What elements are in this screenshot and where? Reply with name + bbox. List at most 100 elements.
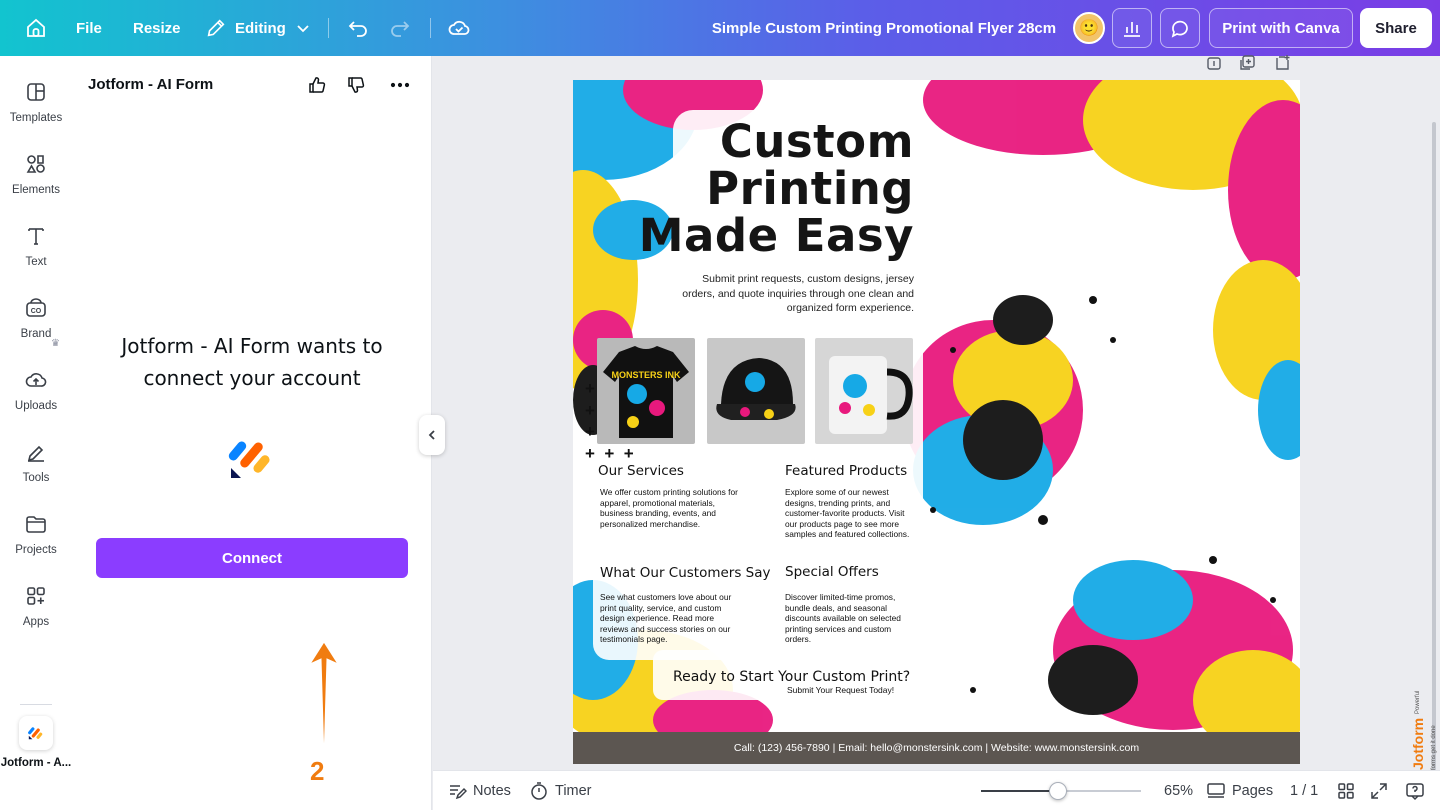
rail-item-brand[interactable]: CO Brand: [0, 290, 72, 354]
zoom-slider-fill: [981, 790, 1058, 792]
rail-label: Projects: [15, 544, 57, 556]
left-rail: Templates Elements Text ♛ CO Brand Uploa…: [0, 56, 72, 810]
collapse-panel-button[interactable]: [419, 415, 445, 455]
flyer-headline-line2: Printing: [706, 162, 914, 215]
thumbs-up-icon: [309, 77, 326, 93]
rail-item-jotform[interactable]: Jotform - A...: [0, 716, 72, 769]
pencil-icon: [207, 19, 225, 37]
projects-icon: [26, 516, 46, 533]
connect-heading: Jotform - AI Form wants to connect your …: [102, 330, 402, 394]
timer-button[interactable]: Timer: [529, 771, 592, 810]
rail-label: Jotform - A...: [0, 757, 72, 769]
panel-title: Jotform - AI Form: [88, 76, 214, 93]
rail-item-templates[interactable]: Templates: [0, 74, 72, 138]
rail-item-tools[interactable]: Tools: [0, 434, 72, 498]
duplicate-page-icon[interactable]: [1240, 55, 1255, 70]
pages-label: Pages: [1232, 783, 1274, 799]
app-panel: Jotform - AI Form Jotform - AI Form want…: [72, 56, 432, 810]
product-image-cap[interactable]: [707, 338, 805, 444]
save-status-button[interactable]: [447, 0, 471, 56]
canvas-scrollbar[interactable]: [1432, 122, 1436, 774]
grid-view-button[interactable]: [1337, 771, 1361, 810]
rail-item-apps[interactable]: Apps: [0, 578, 72, 642]
cta-heading[interactable]: Ready to Start Your Custom Print?: [673, 669, 910, 685]
comment-icon: [1171, 20, 1188, 38]
redo-icon: [391, 21, 410, 37]
document-title[interactable]: Simple Custom Printing Promotional Flyer…: [700, 0, 1068, 56]
product-image-mug[interactable]: [815, 338, 913, 444]
page-count[interactable]: 1 / 1: [1290, 771, 1318, 810]
annotation-number: 2: [310, 756, 325, 786]
tools-icon: [27, 445, 44, 462]
rail-label: Elements: [12, 184, 60, 196]
share-button[interactable]: Share: [1360, 8, 1432, 48]
offers-heading[interactable]: Special Offers: [785, 564, 879, 580]
rail-item-text[interactable]: Text: [0, 218, 72, 282]
print-with-canva-button[interactable]: Print with Canva: [1209, 8, 1353, 48]
undo-icon: [348, 21, 367, 37]
customers-heading[interactable]: What Our Customers Say: [600, 565, 771, 581]
text-icon: [28, 228, 44, 245]
jotform-watermark: Jotform Powerful forms get it done: [1410, 690, 1437, 770]
templates-icon: [27, 83, 45, 101]
notes-button[interactable]: Notes: [447, 771, 511, 810]
editing-mode-menu[interactable]: Editing: [205, 0, 310, 56]
file-menu[interactable]: File: [76, 0, 102, 56]
services-text[interactable]: We offer custom printing solutions for a…: [600, 487, 740, 529]
help-icon: [1406, 783, 1424, 801]
redo-button[interactable]: [388, 0, 412, 56]
chevron-left-icon: [428, 430, 435, 440]
zoom-level[interactable]: 65%: [1164, 771, 1193, 810]
connect-button[interactable]: Connect: [96, 538, 408, 578]
flyer-headline[interactable]: Custom Printing Made Easy: [639, 118, 914, 259]
rail-divider: [20, 704, 52, 705]
jotform-logo-icon: [228, 441, 270, 478]
flyer-subtitle-line3: organized form experience.: [786, 302, 914, 314]
flyer-headline-line1: Custom: [719, 115, 914, 168]
help-button[interactable]: [1405, 771, 1431, 810]
svg-text:CO: CO: [31, 308, 42, 315]
services-heading[interactable]: Our Services: [598, 463, 684, 479]
thumbs-up-button[interactable]: [304, 72, 330, 98]
zoom-slider[interactable]: [981, 782, 1141, 800]
flyer-page[interactable]: Custom Printing Made Easy Submit print r…: [573, 80, 1300, 764]
home-icon: [27, 18, 45, 37]
apps-icon: [27, 587, 45, 605]
more-icon: [390, 82, 410, 88]
rail-item-elements[interactable]: Elements: [0, 146, 72, 210]
pages-button[interactable]: Pages: [1206, 771, 1273, 810]
flyer-subtitle-line1: Submit print requests, custom designs, j…: [702, 273, 914, 285]
toolbar-divider: [328, 18, 329, 38]
avatar[interactable]: 🙂: [1073, 12, 1105, 44]
zoom-slider-handle[interactable]: [1048, 782, 1067, 800]
flyer-footer[interactable]: Call: (123) 456-7890 | Email: hello@mons…: [573, 732, 1300, 764]
more-options-button[interactable]: [386, 72, 414, 98]
lock-page-icon[interactable]: [1207, 57, 1221, 70]
connect-heading-line1: Jotform - AI Form wants to: [121, 334, 383, 358]
home-button[interactable]: [24, 0, 48, 56]
uploads-icon: [25, 373, 47, 387]
plus-decoration: + + + + + +: [585, 379, 634, 463]
insights-button[interactable]: [1112, 8, 1152, 48]
rail-item-projects[interactable]: Projects: [0, 506, 72, 570]
resize-menu[interactable]: Resize: [133, 0, 181, 56]
featured-text[interactable]: Explore some of our newest designs, tren…: [785, 487, 915, 540]
thumbs-down-button[interactable]: [343, 72, 369, 98]
grid-view-icon: [1338, 783, 1354, 799]
cta-subtext[interactable]: Submit Your Request Today!: [787, 685, 894, 695]
rail-label: Text: [25, 256, 47, 268]
comments-button[interactable]: [1160, 8, 1200, 48]
editing-label: Editing: [235, 19, 286, 37]
customers-text[interactable]: See what customers love about our print …: [600, 592, 738, 645]
undo-button[interactable]: [346, 0, 370, 56]
fullscreen-button[interactable]: [1370, 771, 1394, 810]
add-page-icon[interactable]: [1276, 55, 1290, 70]
flyer-subtitle[interactable]: Submit print requests, custom designs, j…: [644, 272, 914, 316]
flyer-headline-line3: Made Easy: [638, 209, 914, 262]
offers-text[interactable]: Discover limited-time promos, bundle dea…: [785, 592, 917, 645]
toolbar-divider: [430, 18, 431, 38]
rail-item-uploads[interactable]: Uploads: [0, 362, 72, 426]
rail-label: Templates: [9, 112, 63, 124]
chevron-down-icon: [297, 25, 309, 33]
featured-heading[interactable]: Featured Products: [785, 463, 907, 479]
